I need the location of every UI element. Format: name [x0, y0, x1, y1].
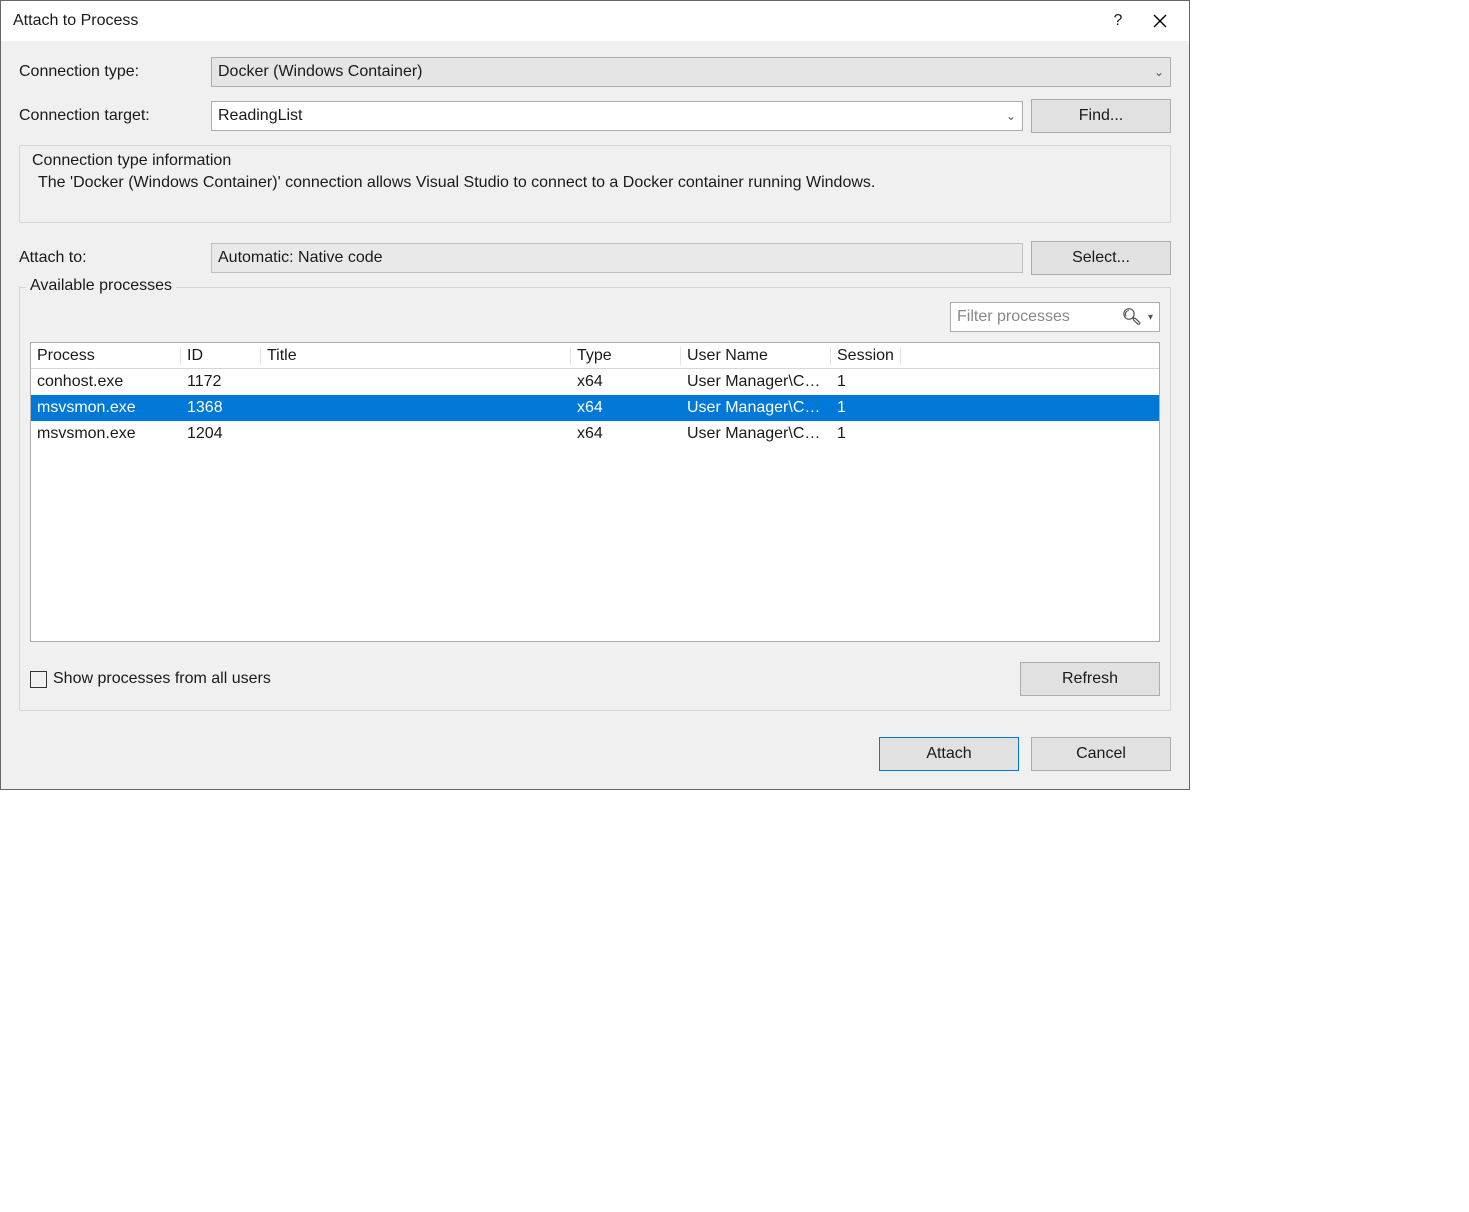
- select-button[interactable]: Select...: [1031, 241, 1171, 275]
- cell-type: x64: [571, 425, 681, 443]
- col-process[interactable]: Process: [31, 347, 181, 365]
- connection-type-info-heading: Connection type information: [30, 152, 1160, 170]
- col-type[interactable]: Type: [571, 347, 681, 365]
- cell-user: User Manager\Contai...: [681, 373, 831, 391]
- chevron-down-icon: ⌄: [1006, 109, 1016, 123]
- cell-user: User Manager\Contai...: [681, 425, 831, 443]
- filter-placeholder: Filter processes: [957, 308, 1070, 326]
- cell-process: conhost.exe: [31, 373, 181, 391]
- cell-process: msvsmon.exe: [31, 399, 181, 417]
- close-icon: [1153, 14, 1167, 28]
- col-session[interactable]: Session: [831, 347, 901, 365]
- checkbox-icon: [30, 671, 47, 688]
- col-id[interactable]: ID: [181, 347, 261, 365]
- titlebar: Attach to Process ?: [1, 1, 1189, 41]
- dialog-title: Attach to Process: [13, 12, 1097, 30]
- cell-session: 1: [831, 425, 901, 443]
- attach-to-value-box: Automatic: Native code: [211, 243, 1023, 273]
- cell-type: x64: [571, 399, 681, 417]
- refresh-button[interactable]: Refresh: [1020, 662, 1160, 696]
- help-button[interactable]: ?: [1097, 5, 1139, 37]
- connection-target-label: Connection target:: [19, 107, 203, 125]
- process-table-body: conhost.exe1172x64User Manager\Contai...…: [31, 369, 1159, 447]
- table-row[interactable]: msvsmon.exe1368 x64User Manager\Contai...…: [31, 395, 1159, 421]
- attach-button[interactable]: Attach: [879, 737, 1019, 771]
- attach-to-process-dialog: Attach to Process ? Connection type: Doc…: [0, 0, 1190, 790]
- available-processes-group: Available processes Filter processes 🔍︎ …: [19, 287, 1171, 711]
- chevron-down-icon: ⌄: [1154, 65, 1164, 79]
- show-all-users-checkbox[interactable]: Show processes from all users: [30, 670, 271, 688]
- process-table: Process ID Title Type User Name Session …: [30, 342, 1160, 642]
- attach-to-label: Attach to:: [19, 249, 203, 267]
- show-all-users-label: Show processes from all users: [53, 670, 271, 688]
- connection-type-info-group: Connection type information The 'Docker …: [19, 145, 1171, 223]
- table-row[interactable]: conhost.exe1172 x64User Manager\Contai...…: [31, 369, 1159, 395]
- connection-target-combo[interactable]: ReadingList ⌄: [211, 101, 1023, 131]
- cell-process: msvsmon.exe: [31, 425, 181, 443]
- connection-type-value: Docker (Windows Container): [218, 63, 423, 81]
- dialog-content: Connection type: Docker (Windows Contain…: [1, 41, 1189, 789]
- cancel-button[interactable]: Cancel: [1031, 737, 1171, 771]
- col-title[interactable]: Title: [261, 347, 571, 365]
- cell-id: 1368: [181, 399, 261, 417]
- cell-id: 1172: [181, 373, 261, 391]
- dropdown-icon: ▾: [1148, 312, 1153, 323]
- cell-type: x64: [571, 373, 681, 391]
- connection-type-info-text: The 'Docker (Windows Container)' connect…: [30, 174, 1160, 192]
- find-button[interactable]: Find...: [1031, 99, 1171, 133]
- connection-type-label: Connection type:: [19, 63, 203, 81]
- process-table-header: Process ID Title Type User Name Session: [31, 343, 1159, 369]
- connection-target-value: ReadingList: [218, 107, 303, 125]
- connection-type-combo[interactable]: Docker (Windows Container) ⌄: [211, 57, 1171, 87]
- cell-user: User Manager\Contai...: [681, 399, 831, 417]
- cell-session: 1: [831, 373, 901, 391]
- filter-processes-input[interactable]: Filter processes 🔍︎ ▾: [950, 302, 1160, 332]
- available-processes-label: Available processes: [26, 277, 176, 295]
- col-user[interactable]: User Name: [681, 347, 831, 365]
- cell-id: 1204: [181, 425, 261, 443]
- search-icon: 🔍︎: [1122, 307, 1142, 327]
- cell-session: 1: [831, 399, 901, 417]
- table-row[interactable]: msvsmon.exe1204 x64User Manager\Contai...…: [31, 421, 1159, 447]
- close-button[interactable]: [1139, 5, 1181, 37]
- attach-to-value: Automatic: Native code: [218, 249, 383, 267]
